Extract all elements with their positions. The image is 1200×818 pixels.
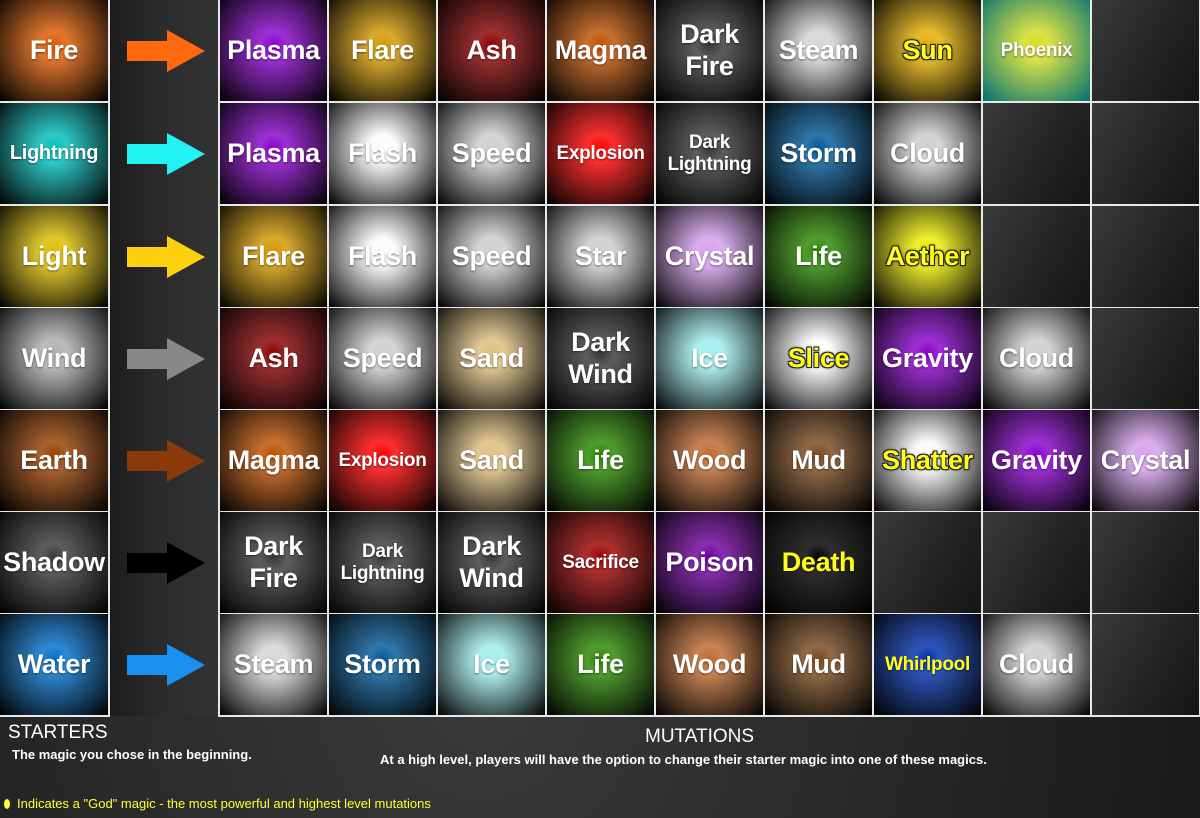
mutation-cell-speed: Speed — [438, 206, 545, 307]
mutation-cell-flash: Flash — [329, 206, 436, 307]
empty-cell — [1092, 512, 1199, 613]
mutation-cell-sand: Sand — [438, 410, 545, 511]
god-magic-dot-icon — [4, 798, 10, 809]
mutation-cell-dark-fire: Dark Fire — [220, 512, 327, 613]
mutation-cell-sacrifice: Sacrifice — [547, 512, 654, 613]
legend-text: Indicates a "God" magic - the most power… — [17, 796, 431, 811]
starter-cell-lightning: Lightning — [0, 103, 108, 204]
mutation-cell-poison: Poison — [656, 512, 763, 613]
starters-title: STARTERS — [8, 722, 108, 743]
mutation-cell-storm: Storm — [765, 103, 872, 204]
mutation-cell-gravity: Gravity — [874, 308, 981, 409]
mutation-cell-wood: Wood — [656, 410, 763, 511]
mutation-cell-mud: Mud — [765, 410, 872, 511]
mutation-cell-magma: Magma — [547, 0, 654, 101]
mutation-cell-steam: Steam — [765, 0, 872, 101]
magic-row: Water Steam Storm Ice Life Wood Mud Whirlpool Cl… — [0, 614, 1200, 715]
mutation-cell-mud: Mud — [765, 614, 872, 715]
starter-cell-light: Light — [0, 206, 108, 307]
mutation-cell-sun: Sun — [874, 0, 981, 101]
magic-row: Light Flare Flash Speed Star Crystal Life Aethe… — [0, 206, 1200, 307]
mutation-cell-sand: Sand — [438, 308, 545, 409]
mutation-cell-shatter: Shatter — [874, 410, 981, 511]
right-arrow-icon — [127, 439, 205, 482]
starter-cell-shadow: Shadow — [0, 512, 108, 613]
empty-cell — [1092, 308, 1199, 409]
starters-description: The magic you chose in the beginning. — [12, 747, 252, 762]
mutation-cell-explosion: Explosion — [329, 410, 436, 511]
mutation-cell-wood: Wood — [656, 614, 763, 715]
legend: Indicates a "God" magic - the most power… — [4, 796, 431, 811]
mutation-cell-steam: Steam — [220, 614, 327, 715]
mutation-cell-dark-lightning: Dark Lightning — [329, 512, 436, 613]
right-arrow-icon — [127, 541, 205, 584]
empty-cell — [983, 206, 1090, 307]
mutation-cell-ash: Ash — [438, 0, 545, 101]
magic-row: Earth Magma Explosion Sand Life Wood Mud Shatte… — [0, 410, 1200, 511]
starter-cell-earth: Earth — [0, 410, 108, 511]
magic-row: Lightning Plasma Flash Speed Explosion Dark L… — [0, 103, 1200, 204]
mutation-cell-gravity: Gravity — [983, 410, 1090, 511]
mutation-cell-flash: Flash — [329, 103, 436, 204]
starter-cell-water: Water — [0, 614, 108, 715]
mutation-cell-life: Life — [547, 614, 654, 715]
mutation-cell-flare: Flare — [329, 0, 436, 101]
mutation-cell-storm: Storm — [329, 614, 436, 715]
mutations-title: MUTATIONS — [645, 726, 755, 747]
empty-cell — [1092, 103, 1199, 204]
mutation-cell-cloud: Cloud — [983, 614, 1090, 715]
mutation-cell-phoenix: Phoenix — [983, 0, 1090, 101]
mutations-description: At a high level, players will have the o… — [380, 752, 987, 767]
mutation-cell-magma: Magma — [220, 410, 327, 511]
mutation-cell-star: Star — [547, 206, 654, 307]
mutation-cell-death: Death — [765, 512, 872, 613]
mutation-cell-ice: Ice — [656, 308, 763, 409]
mutation-cell-dark-lightning: Dark Lightning — [656, 103, 763, 204]
right-arrow-icon — [127, 132, 205, 175]
right-arrow-icon — [127, 337, 205, 380]
starter-cell-wind: Wind — [0, 308, 108, 409]
mutation-cell-cloud: Cloud — [983, 308, 1090, 409]
mutation-cell-speed: Speed — [438, 103, 545, 204]
empty-cell — [874, 512, 981, 613]
right-arrow-icon — [127, 643, 205, 686]
magic-row: Wind Ash Speed Sand Dark Wind Ice Slice Gravity… — [0, 308, 1200, 409]
empty-cell — [983, 512, 1090, 613]
empty-cell — [1092, 206, 1199, 307]
mutation-cell-cloud: Cloud — [874, 103, 981, 204]
mutation-cell-dark-wind: Dark Wind — [547, 308, 654, 409]
magic-row: Fire Plasma Flare Ash Magma Dark Fire Steam Sun… — [0, 0, 1200, 101]
mutation-cell-ice: Ice — [438, 614, 545, 715]
empty-cell — [983, 103, 1090, 204]
mutation-cell-explosion: Explosion — [547, 103, 654, 204]
empty-cell — [1092, 614, 1199, 715]
mutation-cell-ash: Ash — [220, 308, 327, 409]
empty-cell — [1092, 0, 1199, 101]
mutation-cell-crystal: Crystal — [656, 206, 763, 307]
mutation-cell-speed: Speed — [329, 308, 436, 409]
mutation-cell-life: Life — [547, 410, 654, 511]
mutation-cell-slice: Slice — [765, 308, 872, 409]
starter-cell-fire: Fire — [0, 0, 108, 101]
mutation-cell-plasma: Plasma — [220, 103, 327, 204]
mutation-cell-crystal: Crystal — [1092, 410, 1199, 511]
mutation-cell-aether: Aether — [874, 206, 981, 307]
right-arrow-icon — [127, 29, 205, 72]
mutation-cell-dark-fire: Dark Fire — [656, 0, 763, 101]
mutation-cell-flare: Flare — [220, 206, 327, 307]
mutation-cell-whirlpool: Whirlpool — [874, 614, 981, 715]
mutation-cell-dark-wind: Dark Wind — [438, 512, 545, 613]
mutation-cell-plasma: Plasma — [220, 0, 327, 101]
mutation-cell-life: Life — [765, 206, 872, 307]
magic-row: Shadow Dark Fire Dark Lightning Dark Wind Sa… — [0, 512, 1200, 613]
right-arrow-icon — [127, 235, 205, 278]
